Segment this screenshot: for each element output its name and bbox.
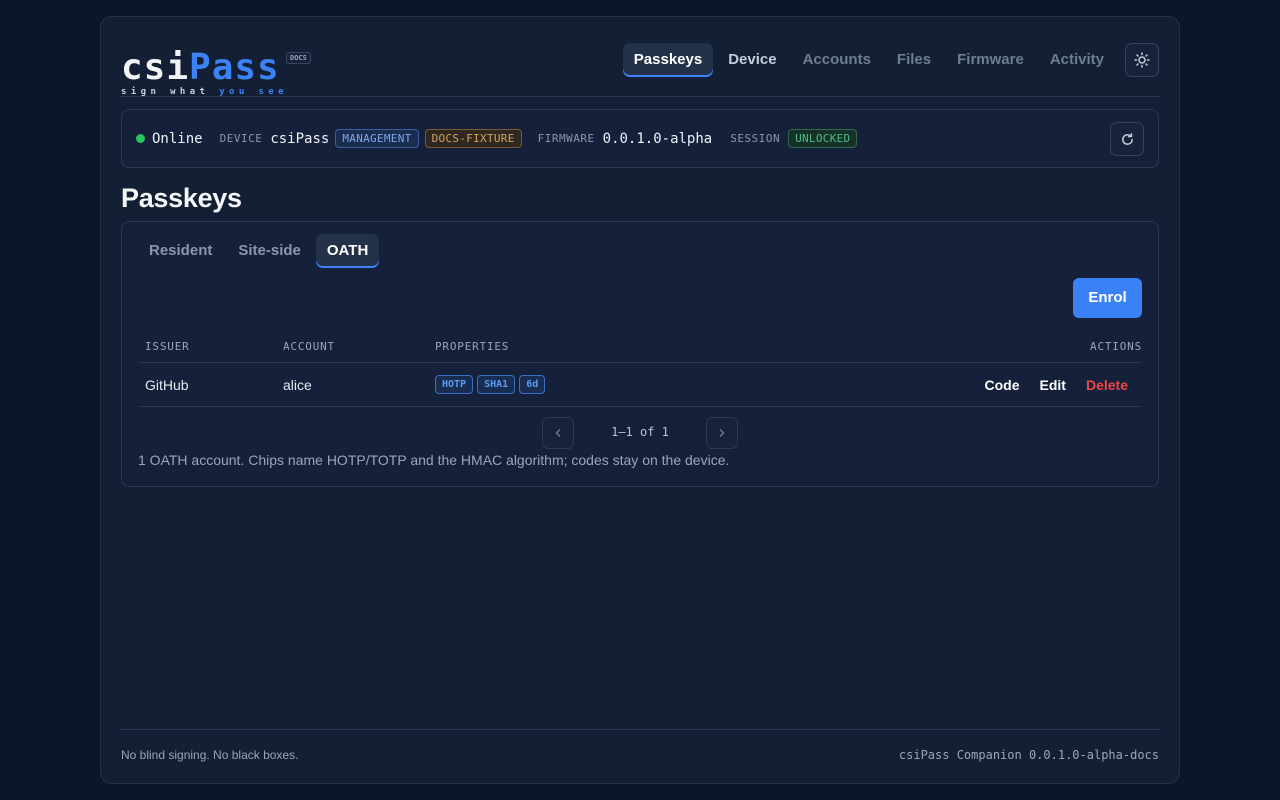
nav-tab-files[interactable]: Files: [886, 43, 942, 77]
firmware-version: 0.0.1.0-alpha: [602, 130, 713, 147]
management-badge: MANAGEMENT: [335, 129, 419, 148]
online-indicator-icon: [136, 134, 145, 143]
cell-properties: HOTP SHA1 6d: [435, 375, 549, 394]
refresh-icon: [1121, 132, 1133, 145]
enrol-button[interactable]: Enrol: [1073, 278, 1142, 318]
footer-motto: No blind signing. No black boxes.: [121, 748, 299, 762]
logo-tagline: sign what you see: [121, 87, 288, 97]
cell-issuer: GitHub: [145, 377, 189, 393]
row-actions: Code Edit Delete: [965, 377, 1128, 393]
session-label: SESSION: [730, 132, 781, 145]
property-chip-sha1: SHA1: [477, 375, 516, 394]
docs-badge: DOCS: [286, 52, 311, 64]
tab-oath[interactable]: OATH: [315, 234, 380, 268]
chevron-right-icon: [719, 429, 725, 437]
nav-tab-firmware[interactable]: Firmware: [946, 43, 1035, 77]
logo-wordmark: csiPass: [121, 47, 280, 88]
device-label: DEVICE: [219, 132, 263, 145]
column-header-properties[interactable]: PROPERTIES: [435, 340, 509, 353]
column-header-issuer[interactable]: ISSUER: [145, 340, 190, 353]
table-row: GitHub alice HOTP SHA1 6d Code Edit Dele…: [138, 363, 1142, 407]
next-page-button[interactable]: [706, 417, 738, 449]
session-state-badge: UNLOCKED: [788, 129, 858, 148]
column-header-account[interactable]: ACCOUNT: [283, 340, 335, 353]
footer: No blind signing. No black boxes. csiPas…: [121, 729, 1159, 769]
page-title: Passkeys: [121, 183, 242, 213]
sun-icon: [1134, 52, 1150, 68]
device-status-bar: Online DEVICE csiPass MANAGEMENT DOCS-FI…: [121, 109, 1159, 168]
pagination: 1–1 of 1: [542, 417, 738, 449]
device-name: csiPass: [270, 130, 330, 147]
property-chip-digits: 6d: [519, 375, 546, 394]
passkeys-card: Resident Site-side OATH Enrol ISSUER ACC…: [121, 221, 1159, 487]
refresh-button[interactable]: [1110, 122, 1144, 156]
online-status: Online: [152, 130, 203, 147]
firmware-label: FIRMWARE: [537, 132, 595, 145]
nav-tab-device[interactable]: Device: [717, 43, 787, 77]
tab-resident[interactable]: Resident: [138, 234, 223, 268]
docs-fixture-badge: DOCS-FIXTURE: [424, 129, 522, 148]
chevron-left-icon: [555, 429, 561, 437]
passkey-type-tabs: Resident Site-side OATH: [138, 234, 383, 268]
code-action[interactable]: Code: [985, 377, 1020, 393]
property-chip-hotp: HOTP: [435, 375, 474, 394]
oath-table: ISSUER ACCOUNT PROPERTIES ACTIONS GitHub…: [138, 338, 1142, 407]
cell-account: alice: [283, 377, 312, 393]
tab-site-side[interactable]: Site-side: [227, 234, 312, 268]
oath-summary-note: 1 OATH account. Chips name HOTP/TOTP and…: [138, 452, 730, 468]
prev-page-button[interactable]: [542, 417, 574, 449]
table-header: ISSUER ACCOUNT PROPERTIES ACTIONS: [138, 338, 1142, 363]
header: csiPass sign what you see DOCS Passkeys …: [121, 33, 1159, 97]
theme-toggle-button[interactable]: [1125, 43, 1159, 77]
page-indicator: 1–1 of 1: [611, 425, 669, 439]
app-window: csiPass sign what you see DOCS Passkeys …: [100, 16, 1180, 784]
main-nav: Passkeys Device Accounts Files Firmware …: [619, 43, 1159, 77]
nav-tab-passkeys[interactable]: Passkeys: [622, 43, 714, 77]
nav-tab-activity[interactable]: Activity: [1039, 43, 1115, 77]
edit-action[interactable]: Edit: [1040, 377, 1066, 393]
footer-version: csiPass Companion 0.0.1.0-alpha-docs: [898, 748, 1159, 762]
column-header-actions: ACTIONS: [1090, 340, 1142, 353]
nav-tab-accounts[interactable]: Accounts: [792, 43, 882, 77]
delete-action[interactable]: Delete: [1086, 377, 1128, 393]
